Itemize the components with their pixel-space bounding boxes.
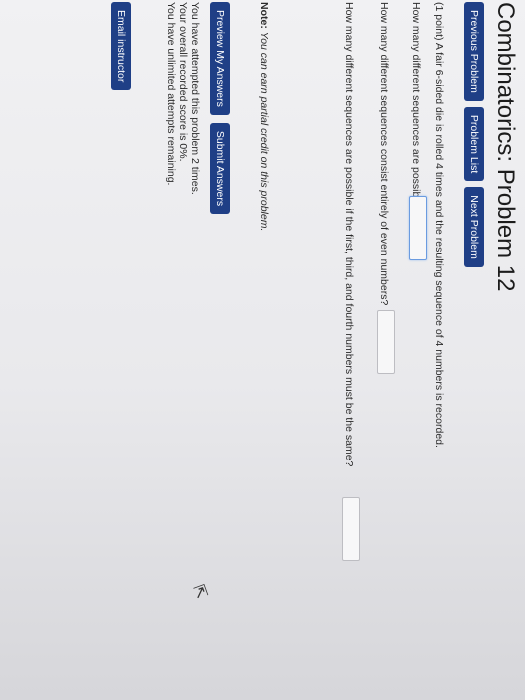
previous-problem-button[interactable]: Previous Problem bbox=[464, 2, 484, 101]
mouse-pointer-icon: ⇱ bbox=[189, 582, 210, 602]
webwork-problem-page: Combinatorics: Problem 12 Previous Probl… bbox=[0, 0, 525, 700]
submit-answers-button[interactable]: Submit Answers bbox=[210, 122, 230, 215]
note-text: You can earn partial credit on this prob… bbox=[258, 31, 270, 232]
preview-answers-button[interactable]: Preview My Answers bbox=[210, 2, 230, 115]
attempts-text: You have attempted this problem 2 times. bbox=[189, 2, 201, 195]
question-1-label: How many different sequences are possibl… bbox=[410, 2, 422, 212]
problem-navigation: Previous Problem Problem List Next Probl… bbox=[464, 2, 484, 267]
question-3-label: How many different sequences are possibl… bbox=[343, 2, 355, 467]
page-title: Combinatorics: Problem 12 bbox=[492, 2, 519, 292]
question-2-label: How many different sequences consist ent… bbox=[378, 2, 390, 306]
next-problem-button[interactable]: Next Problem bbox=[464, 187, 484, 267]
answer-3-input[interactable] bbox=[342, 497, 360, 561]
partial-credit-note: Note: You can earn partial credit on thi… bbox=[258, 2, 270, 231]
score-text: Your overall recorded score is 0%. bbox=[177, 2, 189, 162]
answer-actions: Preview My Answers Submit Answers bbox=[210, 2, 230, 215]
answer-2-input[interactable] bbox=[377, 310, 395, 374]
note-label: Note: bbox=[258, 2, 270, 29]
problem-statement: (1 point) A fair 6-sided die is rolled 4… bbox=[433, 2, 445, 448]
attempt-status: You have attempted this problem 2 times.… bbox=[165, 2, 201, 195]
answer-1-input[interactable] bbox=[409, 196, 427, 260]
email-instructor-button[interactable]: Email instructor bbox=[111, 2, 131, 91]
remaining-text: You have unlimited attempts remaining. bbox=[165, 2, 177, 186]
problem-list-button[interactable]: Problem List bbox=[464, 106, 484, 182]
